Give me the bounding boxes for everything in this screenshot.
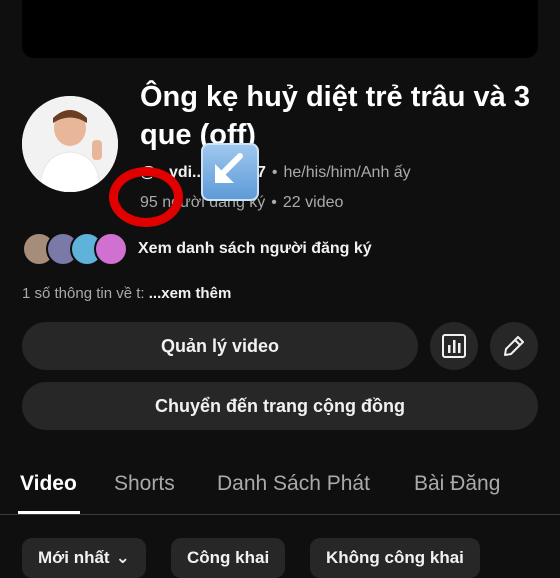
analytics-button[interactable] bbox=[430, 322, 478, 370]
tab-posts[interactable]: Bài Đăng bbox=[414, 472, 500, 496]
tab-video[interactable]: Video bbox=[20, 472, 77, 496]
subscriber-avatar-4 bbox=[94, 232, 128, 266]
subscribers-list-link[interactable]: Xem danh sách người đăng ký bbox=[138, 240, 372, 258]
sort-chip-label: Mới nhất bbox=[38, 548, 110, 567]
tab-playlists[interactable]: Danh Sách Phát bbox=[217, 472, 370, 496]
community-button[interactable]: Chuyển đến trang cộng đồng bbox=[22, 382, 538, 430]
channel-tabs: Video Shorts Danh Sách Phát Bài Đăng bbox=[0, 462, 560, 515]
edit-channel-button[interactable] bbox=[490, 322, 538, 370]
sort-chip[interactable]: Mới nhất ⌄ bbox=[22, 538, 146, 578]
pencil-icon bbox=[504, 336, 524, 356]
tab-shorts[interactable]: Shorts bbox=[114, 472, 175, 496]
subscribers-row[interactable]: Xem danh sách người đăng ký bbox=[22, 232, 372, 266]
manage-videos-button[interactable]: Quản lý video bbox=[22, 322, 418, 370]
bar-chart-icon bbox=[442, 334, 466, 358]
down-left-arrow-icon bbox=[201, 143, 259, 201]
unlisted-chip[interactable]: Không công khai bbox=[310, 538, 480, 578]
channel-pronouns: he/his/him/Anh ấy bbox=[283, 164, 411, 181]
channel-banner bbox=[22, 0, 538, 58]
channel-meta: @...ydi...rau5437•he/his/him/Anh ấy bbox=[140, 164, 411, 182]
channel-title: Ông kẹ huỷ diệt trẻ trâu và 3 que (off) bbox=[140, 81, 530, 151]
public-chip[interactable]: Công khai bbox=[171, 538, 286, 578]
channel-description[interactable]: 1 số thông tin về t: ...xem thêm bbox=[22, 285, 231, 302]
active-tab-indicator bbox=[18, 511, 80, 514]
description-text: 1 số thông tin về t: bbox=[22, 285, 149, 302]
annotation-circle bbox=[109, 167, 183, 227]
chevron-down-icon: ⌄ bbox=[115, 548, 130, 567]
channel-avatar[interactable] bbox=[22, 96, 118, 192]
see-more-link[interactable]: ...xem thêm bbox=[149, 285, 232, 302]
video-count: 22 video bbox=[282, 194, 344, 211]
